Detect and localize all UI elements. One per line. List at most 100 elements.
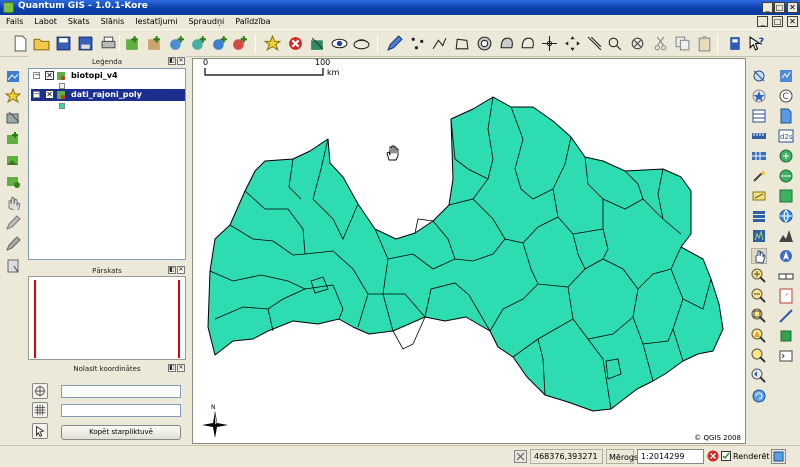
layer-tool-icon[interactable]: [5, 110, 21, 126]
legend-close-button[interactable]: ✕: [177, 57, 185, 65]
stop-render-icon[interactable]: [707, 450, 719, 462]
add-postgis-layer-icon[interactable]: [168, 35, 185, 52]
overview-close-button[interactable]: ✕: [177, 266, 185, 274]
move-vertex-icon[interactable]: [541, 35, 558, 52]
layer-expander[interactable]: −: [33, 91, 40, 98]
north-arrow-tool-icon[interactable]: [778, 248, 794, 264]
layer-visibility-checkbox[interactable]: ✕: [45, 71, 54, 80]
edit-plugin-icon[interactable]: [751, 188, 767, 204]
zoom-last-icon[interactable]: [751, 368, 767, 384]
zoom-layer-icon[interactable]: [751, 348, 767, 364]
paste-features-icon[interactable]: [696, 35, 713, 52]
mdi-restore-button[interactable]: □: [772, 16, 784, 27]
layer-properties-side-icon[interactable]: [5, 258, 21, 274]
save-project-icon[interactable]: [55, 35, 72, 52]
delete-selected-icon[interactable]: [629, 35, 646, 52]
menu-plugins[interactable]: Spraudņi: [182, 15, 229, 26]
stack-plugin-icon[interactable]: [751, 208, 767, 224]
grid-icon[interactable]: [32, 402, 48, 418]
legend-panel[interactable]: − ✕ biotopi_v4 − ✕ dati_rajoni_poly: [28, 68, 186, 260]
gps-icon[interactable]: [751, 68, 767, 84]
edit-side-icon[interactable]: [5, 236, 21, 252]
copy-features-icon[interactable]: [674, 35, 691, 52]
coordinate-field-2[interactable]: [61, 404, 181, 417]
open-project-icon[interactable]: [33, 35, 50, 52]
remove-layer-icon[interactable]: [287, 35, 304, 52]
overview-map[interactable]: [28, 276, 186, 360]
gps-antenna-icon[interactable]: [778, 328, 794, 344]
zoom-selection-icon[interactable]: [751, 328, 767, 344]
add-wfs-layer-icon[interactable]: [231, 35, 248, 52]
scale-input[interactable]: 1:2014299: [637, 449, 704, 464]
pdf-export-icon[interactable]: [778, 288, 794, 304]
save-as-icon[interactable]: [77, 35, 94, 52]
layer-tool-plugin-icon[interactable]: [778, 188, 794, 204]
legend-layer-biotopi[interactable]: − ✕ biotopi_v4: [31, 70, 185, 82]
add-spatialite-layer-icon[interactable]: [190, 35, 207, 52]
pencil-side-icon[interactable]: [5, 215, 21, 231]
table-plugin-icon[interactable]: [751, 108, 767, 124]
projection-status-icon[interactable]: [771, 449, 786, 464]
pan-tool-icon[interactable]: [751, 248, 767, 264]
delete-vertex-icon[interactable]: [606, 35, 623, 52]
cut-features-icon[interactable]: [652, 35, 669, 52]
add-wms-layer-icon[interactable]: [211, 35, 228, 52]
ruler-plugin-icon[interactable]: [751, 128, 767, 144]
coordinates-dock-title[interactable]: Nolasīt koordinātes ◧ ✕: [28, 363, 186, 375]
split-features-icon[interactable]: [586, 35, 603, 52]
document-plugin-icon[interactable]: [778, 108, 794, 124]
wand-plugin-icon[interactable]: [751, 168, 767, 184]
d2s-plugin-icon[interactable]: d2s: [778, 128, 794, 144]
layer-expander[interactable]: −: [33, 72, 40, 79]
refresh-icon[interactable]: [751, 388, 767, 404]
add-raster-side-icon[interactable]: [5, 152, 21, 168]
move-feature-icon[interactable]: [564, 35, 581, 52]
copyright-label-icon[interactable]: C: [778, 88, 794, 104]
hide-all-layers-icon[interactable]: [353, 35, 370, 52]
new-shapefile-icon[interactable]: [5, 88, 21, 104]
gps-tools-icon[interactable]: [778, 148, 794, 164]
mdi-close-button[interactable]: ✕: [787, 16, 798, 27]
menu-help[interactable]: Palīdzība: [229, 15, 275, 26]
legend-float-button[interactable]: ◧: [168, 57, 176, 65]
add-raster-layer-icon[interactable]: [146, 35, 163, 52]
measure-plugin-icon[interactable]: [778, 308, 794, 324]
grass-plugin-icon[interactable]: [751, 228, 767, 244]
menu-settings[interactable]: Iestatījumi: [129, 15, 182, 26]
overview-float-button[interactable]: ◧: [168, 266, 176, 274]
minimize-button[interactable]: _: [762, 2, 773, 13]
zoom-full-icon[interactable]: [751, 308, 767, 324]
show-all-layers-icon[interactable]: [331, 35, 348, 52]
coordinate-toggle-icon[interactable]: [514, 450, 527, 463]
menu-layer[interactable]: Slānis: [95, 15, 130, 26]
add-layer-side-icon[interactable]: [5, 173, 21, 189]
digitize-layer-icon[interactable]: [5, 68, 21, 84]
map-canvas[interactable]: 0 100 km N © QGIS 2008: [192, 58, 746, 444]
legend-layer-dati-rajoni[interactable]: − ✕ dati_rajoni_poly: [31, 89, 185, 101]
zoom-in-icon[interactable]: [751, 268, 767, 284]
python-console-icon[interactable]: [778, 348, 794, 364]
crs-icon[interactable]: [32, 383, 48, 399]
new-vector-layer-icon[interactable]: [264, 35, 281, 52]
add-vector-layer-icon[interactable]: [124, 35, 141, 52]
coordinates-float-button[interactable]: ◧: [168, 364, 176, 372]
capture-point-icon[interactable]: [409, 35, 426, 52]
menu-file[interactable]: Fails: [0, 15, 28, 26]
coordinate-field-1[interactable]: [61, 385, 181, 398]
star-plugin-icon[interactable]: [751, 88, 767, 104]
add-all-to-overview-icon[interactable]: [309, 35, 326, 52]
georeferencer-icon[interactable]: [778, 168, 794, 184]
delete-part-icon[interactable]: [519, 35, 536, 52]
add-island-icon[interactable]: [498, 35, 515, 52]
maximize-button[interactable]: □: [774, 2, 785, 13]
zoom-out-icon[interactable]: [751, 288, 767, 304]
toggle-editing-icon[interactable]: [386, 35, 403, 52]
globe-plugin-icon[interactable]: [778, 208, 794, 224]
close-window-button[interactable]: ✕: [787, 2, 798, 13]
capture-line-icon[interactable]: [431, 35, 448, 52]
menu-edit[interactable]: Labot: [28, 15, 61, 26]
capture-polygon-icon[interactable]: [453, 35, 470, 52]
help-contents-icon[interactable]: [727, 35, 744, 52]
whats-this-icon[interactable]: ?: [748, 35, 765, 52]
mdi-minimize-button[interactable]: _: [757, 16, 769, 27]
